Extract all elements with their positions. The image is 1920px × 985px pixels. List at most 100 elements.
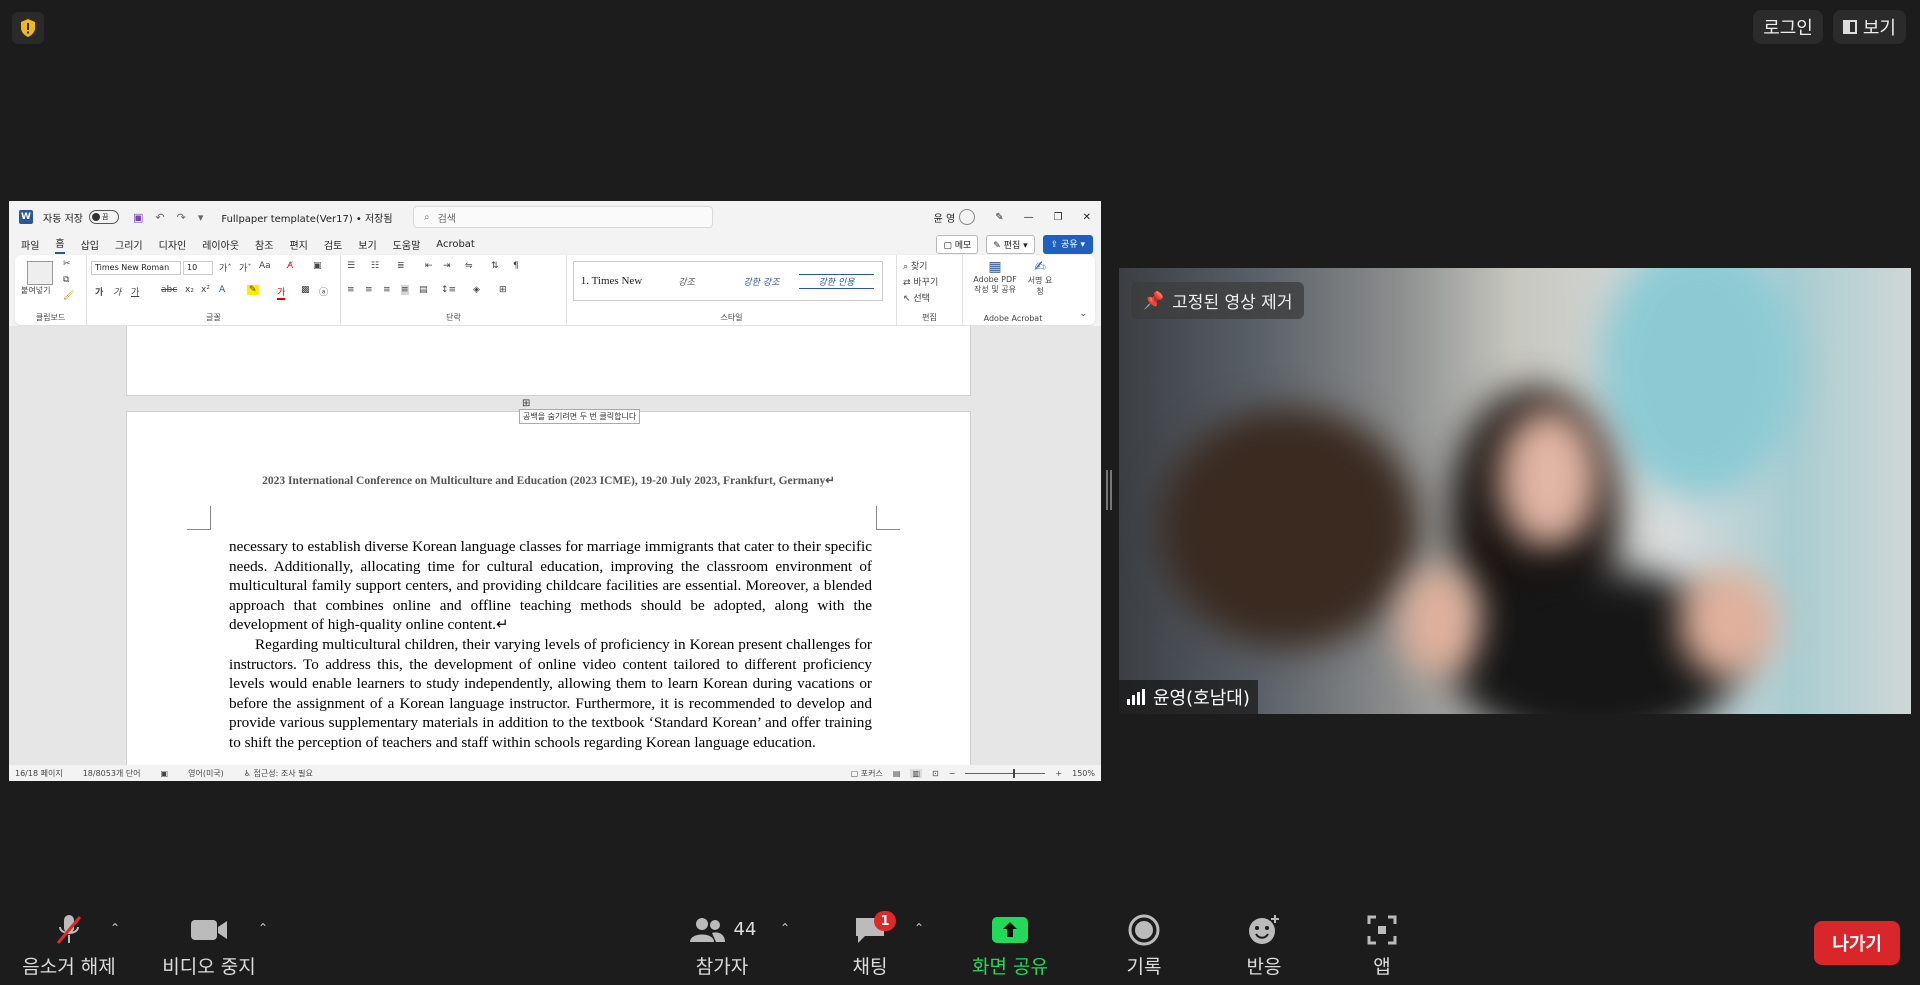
distributed-icon[interactable]: ▤ [419,285,428,295]
accessibility-status[interactable]: ♿ 접근성: 조사 필요 [244,768,313,779]
char-shading-icon[interactable]: ▩ [301,285,310,295]
stop-video-button[interactable]: 비디오 중지 [160,905,258,985]
share-screen-button[interactable]: 화면 공유 [962,905,1058,985]
pen-icon[interactable]: ✎ [995,212,1003,223]
strikethrough-icon[interactable]: abc [161,285,177,295]
zoom-in-icon[interactable]: + [1055,769,1062,778]
enclose-char-icon[interactable]: ⓐ [319,285,328,298]
show-marks-icon[interactable]: ¶ [513,261,519,271]
zoom-out-icon[interactable]: − [949,769,956,778]
collapse-ribbon-icon[interactable]: ⌄ [1079,309,1087,319]
word-search-box[interactable]: ⌕ 검색 [413,206,713,228]
increase-indent-icon[interactable]: ⇥ [443,261,451,271]
menu-layout[interactable]: 레이아웃 [202,237,239,252]
underline-icon[interactable]: 가 [131,285,139,298]
style-emphasis[interactable]: 강조 [649,275,724,288]
multilevel-list-icon[interactable]: ≣ [397,261,405,271]
grow-font-icon[interactable]: 가ˆ [219,261,232,274]
participant-video[interactable]: 📌 고정된 영상 제거 윤영(호남대) [1119,268,1911,714]
style-intense-quote[interactable]: 강한 인용 [799,273,874,289]
menu-design[interactable]: 디자인 [159,237,187,252]
decrease-indent-icon[interactable]: ⇤ [425,261,433,271]
document-area[interactable]: ⊞ 공백을 숨기려면 두 번 클릭합니다 2023 International … [9,326,1101,765]
view-button[interactable]: 보기 [1832,10,1906,44]
word-user[interactable]: 윤 영 [934,209,976,225]
highlight-icon[interactable]: ✎ [247,285,259,295]
replace-button[interactable]: ⇄ 바꾸기 [903,275,938,288]
login-button[interactable]: 로그인 [1753,10,1823,44]
customize-qat-icon[interactable]: ▾ [198,211,204,224]
cut-icon[interactable]: ✂ [63,259,71,269]
find-button[interactable]: ⌕ 찾기 [903,259,927,272]
restore-icon[interactable]: ❐ [1054,212,1063,223]
sort-icon[interactable]: ⇅ [491,261,499,271]
style-intense-emphasis[interactable]: 강한 강조 [724,275,799,288]
chat-button[interactable]: 채팅 [830,905,910,985]
copy-icon[interactable]: ⧉ [63,275,69,285]
panel-splitter-handle[interactable] [1106,470,1112,510]
format-painter-icon[interactable]: 🖌 [63,291,74,301]
justify-icon[interactable]: ≡ [401,285,409,295]
edit-mode-button[interactable]: ✎ 편집 ▾ [986,235,1035,254]
video-options-caret-icon[interactable]: ⌃ [258,921,268,935]
proofing-icon[interactable]: ▣ [161,769,169,778]
line-spacing-icon[interactable]: ↕≡ [441,285,456,295]
menu-file[interactable]: 파일 [21,237,39,252]
italic-icon[interactable]: 가 [113,285,121,298]
align-right-icon[interactable]: ≡ [383,285,391,295]
word-count[interactable]: 18/8053개 단어 [83,768,141,779]
change-case-icon[interactable]: Aa [259,261,271,271]
zoom-slider[interactable] [965,768,1046,778]
apps-button[interactable]: 앱 [1354,905,1410,985]
leave-meeting-button[interactable]: 나가기 [1814,921,1900,965]
web-layout-icon[interactable]: ⊡ [932,769,939,778]
paste-icon[interactable] [27,261,53,285]
bold-icon[interactable]: 가 [95,285,103,298]
zoom-level[interactable]: 150% [1072,769,1095,778]
char-border-icon[interactable]: ▣ [313,261,322,271]
close-icon[interactable]: ✕ [1083,212,1091,223]
style-times-new[interactable]: 1. Times New [574,275,649,287]
shading-icon[interactable]: ◈ [473,285,480,295]
acrobat-create-button[interactable]: ▦ Adobe PDF 작성 및 공유 [969,259,1021,295]
document-title[interactable]: Fullpaper template(Ver17) • 저장됨 [221,210,392,225]
acrobat-sign-button[interactable]: ✍ 서명 요청 [1025,259,1055,297]
menu-help[interactable]: 도움말 [393,237,421,252]
participants-caret-icon[interactable]: ⌃ [780,921,790,935]
clear-format-icon[interactable]: A̸ [287,261,293,271]
menu-insert[interactable]: 삽입 [81,237,99,252]
font-name-select[interactable]: Times New Roman [91,261,181,275]
align-left-icon[interactable]: ≡ [347,285,355,295]
participants-button[interactable]: 44 참가자 [672,905,772,985]
shrink-font-icon[interactable]: 가ˇ [239,261,252,274]
subscript-icon[interactable]: x₂ [185,285,194,295]
asian-layout-icon[interactable]: ⇋ [465,261,473,271]
styles-gallery[interactable]: 1. Times New 강조 강한 강조 강한 인용 [573,261,883,301]
unmute-button[interactable]: 음소거 해제 [18,905,120,985]
font-size-select[interactable]: 10 [183,261,213,275]
redo-icon[interactable]: ↷ [177,211,186,224]
bullets-icon[interactable]: ☰ [347,261,355,271]
record-button[interactable]: 기록 [1112,905,1176,985]
unpin-video-button[interactable]: 📌 고정된 영상 제거 [1131,282,1305,319]
autosave-toggle[interactable]: 끔 [88,210,119,224]
share-doc-button[interactable]: ⇪ 공유 ▾ [1042,235,1093,254]
print-layout-icon[interactable]: ▥ [910,768,923,778]
undo-icon[interactable]: ↶ [155,211,164,224]
paste-label[interactable]: 붙여넣기 [21,285,50,296]
read-mode-icon[interactable]: ▤ [893,769,901,778]
minimize-icon[interactable]: — [1024,212,1034,223]
focus-mode[interactable]: ▢ 포커스 [851,768,883,779]
language-status[interactable]: 영어(미국) [188,768,224,779]
menu-review[interactable]: 검토 [324,237,342,252]
numbering-icon[interactable]: ☷ [371,261,379,271]
reactions-button[interactable]: 반응 [1232,905,1296,985]
save-icon[interactable]: ▣ [133,211,143,224]
document-body[interactable]: necessary to establish diverse Korean la… [229,537,872,753]
audio-options-caret-icon[interactable]: ⌃ [110,921,120,935]
menu-references[interactable]: 참조 [255,237,273,252]
memo-button[interactable]: ▢ 메모 [936,235,979,254]
security-shield-icon[interactable] [12,12,44,44]
chat-caret-icon[interactable]: ⌃ [914,921,924,935]
align-center-icon[interactable]: ≡ [365,285,373,295]
